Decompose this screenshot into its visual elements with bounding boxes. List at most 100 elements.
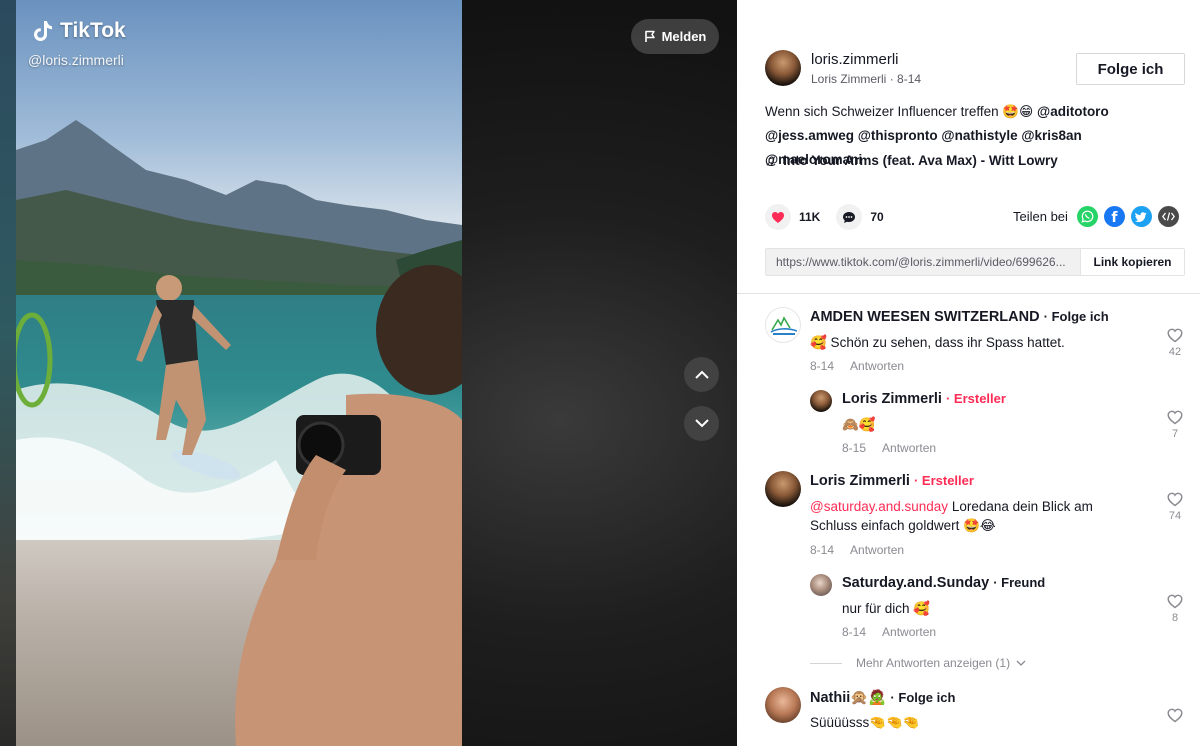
- previous-video-button[interactable]: [684, 357, 719, 392]
- reply-date: 8-14: [842, 625, 867, 639]
- comment-author-name[interactable]: Loris Zimmerli: [810, 473, 910, 489]
- comment-button[interactable]: [836, 204, 863, 230]
- engagement-actions: 11K 70: [765, 204, 900, 230]
- comment-like-button[interactable]: 74: [1165, 492, 1185, 522]
- friend-badge: · Freund: [993, 575, 1046, 590]
- more-replies-button[interactable]: Mehr Antworten anzeigen (1): [810, 656, 1026, 670]
- share-row: Teilen bei f: [1013, 206, 1179, 227]
- comment-tag-label: Folge ich: [898, 690, 956, 705]
- description-text: Wenn sich Schweizer Influencer treffen 🤩…: [765, 104, 1034, 119]
- comment-like-button[interactable]: 42: [1165, 328, 1185, 358]
- comment-date: 8-14: [810, 543, 835, 557]
- video-blurred-edge: [0, 0, 16, 746]
- chevron-up-icon: [694, 370, 709, 379]
- mention-link[interactable]: @thispronto: [858, 128, 938, 143]
- reply-author-name[interactable]: Loris Zimmerli: [842, 391, 942, 407]
- comment-avatar[interactable]: [765, 307, 801, 343]
- follow-button[interactable]: Folge ich: [1076, 53, 1185, 85]
- mention-link[interactable]: @aditotoro: [1037, 104, 1109, 119]
- twitter-icon[interactable]: [1130, 206, 1152, 227]
- mention-link[interactable]: @kris8an: [1021, 128, 1081, 143]
- comment-like-count: 42: [1168, 346, 1182, 358]
- comment-text: Süüüüsss🤏🤏🤏: [810, 715, 920, 730]
- reply-date: 8-15: [842, 441, 867, 455]
- reply-author[interactable]: Saturday.and.Sunday · Freund: [842, 575, 1045, 591]
- author-meta: Loris Zimmerli · 8-14: [811, 72, 921, 86]
- friend-badge-label: Freund: [1001, 575, 1046, 590]
- report-button-label: Melden: [661, 29, 707, 44]
- more-replies-label: Mehr Antworten anzeigen (1): [856, 656, 1011, 670]
- meta-separator: ·: [889, 71, 898, 86]
- comment-author[interactable]: Nathii🙊🧟 · Folge ich: [810, 689, 955, 706]
- like-count: 11K: [799, 210, 821, 224]
- comment-count: 70: [870, 210, 884, 224]
- tiktok-note-icon: [34, 21, 52, 41]
- comment-avatar[interactable]: [765, 471, 801, 507]
- music-title: Into Your Arms (feat. Ava Max) - Witt Lo…: [783, 153, 1058, 168]
- comment-date: 8-14: [810, 359, 835, 373]
- reply-avatar[interactable]: [810, 574, 832, 596]
- reply-like-count: 7: [1171, 428, 1179, 440]
- author-avatar[interactable]: [765, 50, 801, 86]
- embed-icon[interactable]: [1157, 206, 1179, 227]
- comment-author[interactable]: Loris Zimmerli · Ersteller: [810, 473, 974, 489]
- chevron-down-icon: [694, 419, 709, 428]
- section-divider: [737, 293, 1200, 294]
- reply-author[interactable]: Loris Zimmerli · Ersteller: [842, 391, 1006, 407]
- mention-link[interactable]: @nathistyle: [941, 128, 1017, 143]
- amden-weesen-logo-icon: [770, 316, 798, 335]
- comment-tag: · Folge ich: [890, 690, 956, 705]
- details-panel: loris.zimmerli Loris Zimmerli · 8-14 Fol…: [737, 0, 1200, 746]
- reply-button[interactable]: Antworten: [850, 543, 904, 557]
- heart-icon: [772, 211, 784, 223]
- reply-button[interactable]: Antworten: [850, 359, 904, 373]
- reply-avatar[interactable]: [810, 390, 832, 412]
- reply-like-button[interactable]: 7: [1165, 410, 1185, 440]
- heart-outline-icon: [1167, 328, 1183, 343]
- comment-author-name[interactable]: AMDEN WEESEN SWITZERLAND: [810, 309, 1040, 325]
- heart-outline-icon: [1167, 708, 1183, 723]
- comment-author-name[interactable]: Nathii🙊🧟: [810, 690, 886, 706]
- reply-button[interactable]: Antworten: [882, 625, 936, 639]
- comment-meta: 8-14 Antworten: [810, 359, 904, 373]
- creator-badge: · Ersteller: [945, 391, 1006, 406]
- report-button[interactable]: Melden: [631, 19, 719, 54]
- like-button[interactable]: [765, 204, 791, 230]
- reply-author-name[interactable]: Saturday.and.Sunday: [842, 575, 989, 591]
- video-people: [16, 265, 462, 746]
- author-info[interactable]: loris.zimmerli Loris Zimmerli · 8-14: [765, 50, 921, 86]
- reply-meta: 8-15 Antworten: [842, 441, 936, 455]
- tiktok-video-page: TikTok @loris.zimmerli Melden loris.zimm…: [0, 0, 1200, 746]
- comment-tag: · Folge ich: [1043, 309, 1109, 324]
- share-link-box: https://www.tiktok.com/@loris.zimmerli/v…: [765, 248, 1185, 276]
- chevron-down-icon: [1016, 660, 1026, 666]
- share-link-url[interactable]: https://www.tiktok.com/@loris.zimmerli/v…: [766, 249, 1080, 275]
- copy-link-button[interactable]: Link kopieren: [1080, 249, 1184, 275]
- comment-bubble-icon: [843, 211, 856, 223]
- comment-meta: 8-14 Antworten: [810, 543, 904, 557]
- comment-like-button[interactable]: [1165, 708, 1185, 726]
- creator-badge-label: Ersteller: [921, 473, 974, 488]
- creator-badge-label: Ersteller: [953, 391, 1006, 406]
- mention-link[interactable]: @saturday.and.sunday: [810, 499, 948, 514]
- comment-author[interactable]: AMDEN WEESEN SWITZERLAND · Folge ich: [810, 309, 1109, 325]
- post-date: 8-14: [897, 71, 922, 86]
- video-player[interactable]: [16, 0, 462, 746]
- reply-text: 🙈🥰: [842, 417, 876, 432]
- reply-button[interactable]: Antworten: [882, 441, 936, 455]
- mention-link[interactable]: @jess.amweg: [765, 128, 854, 143]
- video-watermark-handle: @loris.zimmerli: [28, 52, 124, 68]
- reply-like-button[interactable]: 8: [1165, 594, 1185, 624]
- whatsapp-icon[interactable]: [1076, 206, 1098, 227]
- facebook-icon[interactable]: f: [1103, 206, 1125, 227]
- comment-avatar[interactable]: [765, 687, 801, 723]
- comment-like-count: 74: [1168, 510, 1182, 522]
- comment-tag-label: Folge ich: [1051, 309, 1109, 324]
- tiktok-logo-text: TikTok: [60, 19, 126, 42]
- heart-outline-icon: [1167, 410, 1183, 425]
- reply-text: nur für dich 🥰: [842, 601, 931, 616]
- author-username[interactable]: loris.zimmerli: [811, 51, 921, 68]
- music-link[interactable]: ♫ Into Your Arms (feat. Ava Max) - Witt …: [765, 153, 1058, 168]
- tiktok-logo[interactable]: TikTok: [30, 18, 126, 44]
- next-video-button[interactable]: [684, 406, 719, 441]
